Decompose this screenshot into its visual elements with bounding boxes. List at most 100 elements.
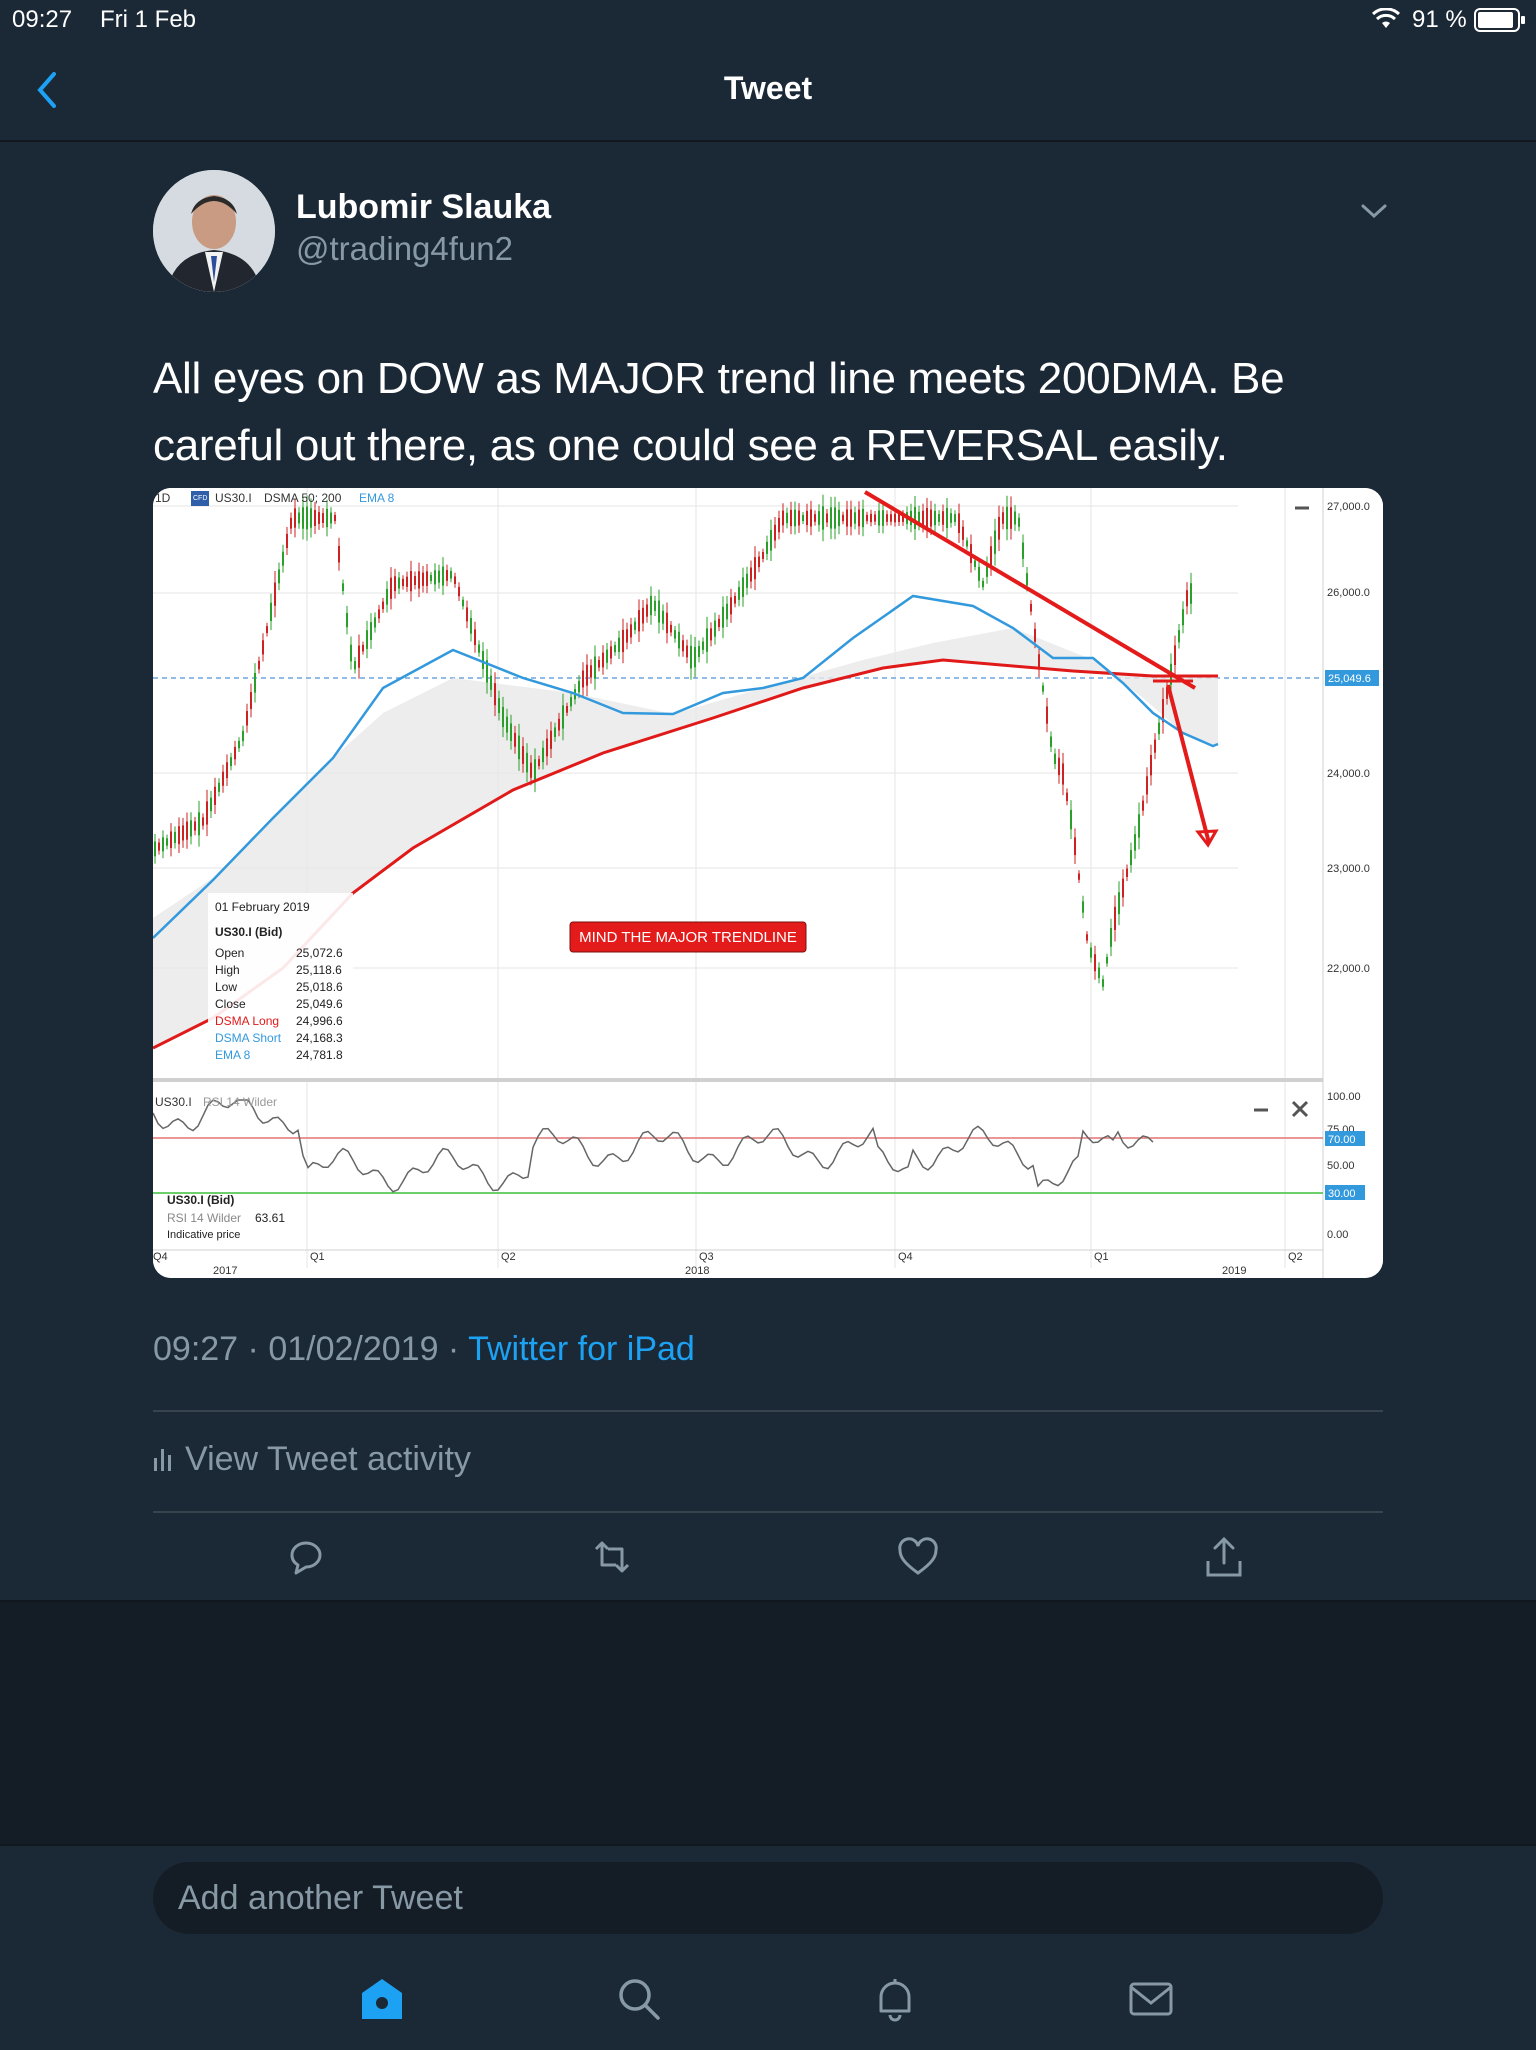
candle-body [1042, 685, 1044, 692]
candle-body [890, 514, 892, 522]
candle-body [326, 508, 328, 528]
tweet-source-link[interactable]: Twitter for iPad [468, 1330, 695, 1368]
candle-body [858, 509, 860, 527]
notifications-icon[interactable] [871, 1975, 919, 2023]
candle-body [702, 641, 704, 650]
candle-body [406, 576, 408, 587]
candle-body [718, 618, 720, 628]
candle-body [170, 831, 172, 849]
tweet-media-chart[interactable]: 1D CFD US30.I DSMA 50; 200 EMA 8 27,000.… [153, 488, 1383, 1278]
search-icon[interactable] [615, 1975, 663, 2023]
candle-body [1058, 757, 1060, 776]
ema-label: EMA 8 [359, 491, 395, 505]
candle-body [514, 732, 516, 747]
candle-body [878, 510, 880, 526]
candle-body [806, 510, 808, 526]
home-icon[interactable] [358, 1975, 406, 2023]
candle-body [586, 664, 588, 686]
activity-label: View Tweet activity [185, 1440, 471, 1478]
divider [153, 1410, 1383, 1412]
candle-body [950, 513, 952, 523]
candle-body [178, 826, 180, 845]
reply-icon[interactable] [284, 1535, 328, 1579]
candle-body [722, 606, 724, 628]
candle-body [1082, 901, 1084, 913]
candle-body [510, 723, 512, 741]
candle-body [394, 576, 396, 592]
x-quarter: Q4 [898, 1251, 913, 1263]
candle-body [558, 718, 560, 731]
candle-body [1074, 837, 1076, 856]
author-handle[interactable]: @trading4fun2 [296, 230, 513, 268]
candle-body [1086, 934, 1088, 941]
candle-body [210, 797, 212, 812]
candle-body [1186, 590, 1188, 607]
candle-body [618, 637, 620, 652]
candle-body [1182, 609, 1184, 626]
battery-percent: 91 % [1412, 6, 1467, 33]
add-tweet-input[interactable]: Add another Tweet [153, 1862, 1383, 1934]
messages-icon[interactable] [1127, 1975, 1175, 2023]
rsi-tick: 50.00 [1327, 1160, 1355, 1172]
candle-body [662, 610, 664, 624]
candle-body [546, 738, 548, 757]
candle-body [306, 506, 308, 530]
candle-body [434, 570, 436, 585]
candle-body [554, 727, 556, 738]
wifi-icon [1372, 8, 1400, 28]
candle-body [314, 510, 316, 526]
like-icon[interactable] [896, 1535, 940, 1579]
chevron-down-icon[interactable] [1360, 202, 1388, 220]
avatar[interactable] [153, 170, 275, 292]
candle-body [802, 514, 804, 522]
candle-body [594, 656, 596, 679]
candle-body [1134, 834, 1136, 851]
candle-body [462, 599, 464, 607]
share-icon[interactable] [1202, 1535, 1246, 1579]
x-year: 2019 [1222, 1265, 1246, 1277]
candle-body [206, 801, 208, 825]
analytics-icon [154, 1449, 171, 1471]
retweet-icon[interactable] [590, 1535, 634, 1579]
candle-body [1030, 603, 1032, 612]
candle-body [1050, 736, 1052, 747]
candle-body [430, 574, 432, 582]
candle-body [354, 661, 356, 670]
candle-body [1146, 776, 1148, 795]
candle-body [290, 517, 292, 529]
candle-body [1066, 792, 1068, 802]
price-tick: 26,000.0 [1327, 587, 1370, 599]
view-tweet-activity[interactable]: View Tweet activity [153, 1440, 471, 1479]
candle-body [650, 595, 652, 616]
candle-body [1014, 511, 1016, 525]
author-name[interactable]: Lubomir Slauka [296, 188, 551, 227]
candle-body [550, 730, 552, 749]
cfd-badge: CFD [193, 495, 207, 502]
candle-body [770, 529, 772, 551]
x-quarter: Q1 [310, 1251, 325, 1263]
candle-body [1046, 706, 1048, 724]
candle-body [1010, 507, 1012, 529]
tweet-text: All eyes on DOW as MAJOR trend line meet… [153, 354, 1285, 470]
candle-body [630, 624, 632, 638]
candle-body [814, 514, 816, 522]
candle-body [346, 612, 348, 628]
candle-body [474, 629, 476, 645]
candle-body [230, 757, 232, 767]
candle-body [226, 762, 228, 779]
x-year: 2018 [685, 1265, 709, 1277]
candle-body [1026, 573, 1028, 586]
candle-body [530, 762, 532, 778]
candle-body [962, 526, 964, 540]
candle-body [166, 838, 168, 846]
tweet-time: 09:27 [153, 1330, 239, 1368]
tooltip-label: EMA 8 [215, 1048, 251, 1062]
candle-body [298, 512, 300, 524]
candle-body [1126, 868, 1128, 877]
candle-body [742, 577, 744, 597]
candle-body [534, 759, 536, 782]
candle-body [218, 782, 220, 792]
candle-body [1154, 739, 1156, 753]
candle-body [826, 513, 828, 523]
candle-body [270, 602, 272, 621]
